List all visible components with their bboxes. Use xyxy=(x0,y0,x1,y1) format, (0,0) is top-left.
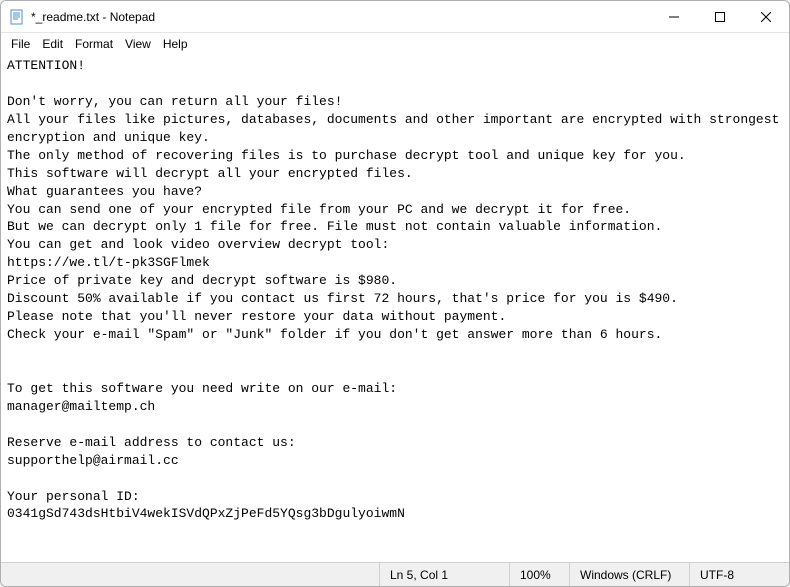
menu-file[interactable]: File xyxy=(5,35,36,53)
text-editor-area[interactable]: ATTENTION! Don't worry, you can return a… xyxy=(1,55,789,562)
status-cursor-position: Ln 5, Col 1 xyxy=(379,563,509,586)
menubar: File Edit Format View Help xyxy=(1,33,789,55)
window-controls xyxy=(651,1,789,32)
minimize-button[interactable] xyxy=(651,1,697,32)
window-title: *_readme.txt - Notepad xyxy=(31,10,651,24)
menu-help[interactable]: Help xyxy=(157,35,194,53)
statusbar: Ln 5, Col 1 100% Windows (CRLF) UTF-8 xyxy=(1,562,789,586)
notepad-icon xyxy=(9,9,25,25)
menu-edit[interactable]: Edit xyxy=(36,35,69,53)
status-spacer xyxy=(1,563,379,586)
status-line-ending: Windows (CRLF) xyxy=(569,563,689,586)
menu-view[interactable]: View xyxy=(119,35,157,53)
menu-format[interactable]: Format xyxy=(69,35,119,53)
status-zoom: 100% xyxy=(509,563,569,586)
titlebar: *_readme.txt - Notepad xyxy=(1,1,789,33)
close-button[interactable] xyxy=(743,1,789,32)
status-encoding: UTF-8 xyxy=(689,563,789,586)
maximize-button[interactable] xyxy=(697,1,743,32)
notepad-window: *_readme.txt - Notepad File Edit Format … xyxy=(0,0,790,587)
